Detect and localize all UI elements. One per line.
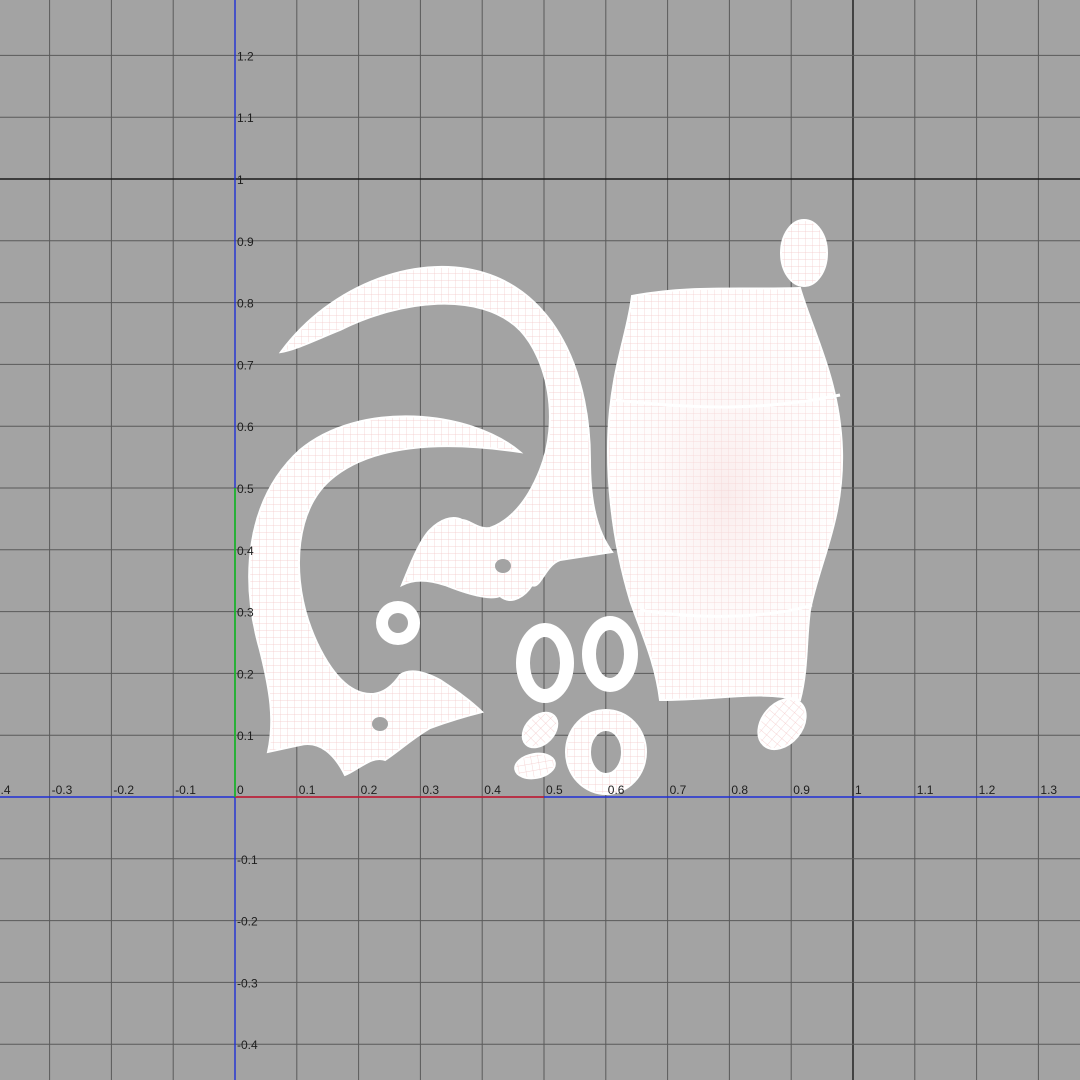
- u-axis-label: -0.4: [0, 783, 11, 797]
- u-axis-label: 0: [237, 783, 244, 797]
- u-axis-label: 1.2: [979, 783, 996, 797]
- v-axis-label: 0.1: [237, 729, 254, 743]
- u-axis-label: 0.6: [608, 783, 625, 797]
- u-axis-label: -0.3: [52, 783, 73, 797]
- u-axis-label: 0.5: [546, 783, 563, 797]
- v-axis-label: 0.9: [237, 235, 254, 249]
- v-axis-label: 0.8: [237, 297, 254, 311]
- sleeve-body-shell[interactable]: [607, 286, 844, 702]
- v-axis-label: 0.5: [237, 482, 254, 496]
- v-axis-label: -0.3: [237, 976, 258, 990]
- u-axis-label: 0.4: [484, 783, 501, 797]
- v-axis-label: 1: [237, 173, 244, 187]
- v-axis-label: 0.3: [237, 606, 254, 620]
- u-axis-label: 0.2: [361, 783, 378, 797]
- u-axis-label: 0.1: [299, 783, 316, 797]
- u-axis-label: 1.3: [1040, 783, 1057, 797]
- v-axis-label: 0.4: [237, 544, 254, 558]
- u-axis-label: 0.9: [793, 783, 810, 797]
- u-axis-label: 0.7: [670, 783, 687, 797]
- v-axis-label: -0.1: [237, 853, 258, 867]
- v-axis-label: -0.4: [237, 1038, 258, 1052]
- u-axis-label: 1.1: [917, 783, 934, 797]
- u-axis-label: -0.2: [113, 783, 134, 797]
- u-axis-label: 1: [855, 783, 862, 797]
- u-axis-label: -0.1: [175, 783, 196, 797]
- v-axis-label: 0.7: [237, 358, 254, 372]
- v-axis-label: 0.2: [237, 667, 254, 681]
- u-axis-label: 0.8: [731, 783, 748, 797]
- u-axis-label: 0.3: [422, 783, 439, 797]
- v-axis-label: -0.2: [237, 915, 258, 929]
- v-axis-label: 1.1: [237, 111, 254, 125]
- v-axis-label: 0.6: [237, 420, 254, 434]
- uv-editor-viewport[interactable]: -0.4 -0.3 -0.2 -0.1 0 0.1 0.2 0.3 0.4 0.5 0.6 0.7 0.…: [0, 0, 1080, 1080]
- v-axis-label: 1.2: [237, 49, 254, 63]
